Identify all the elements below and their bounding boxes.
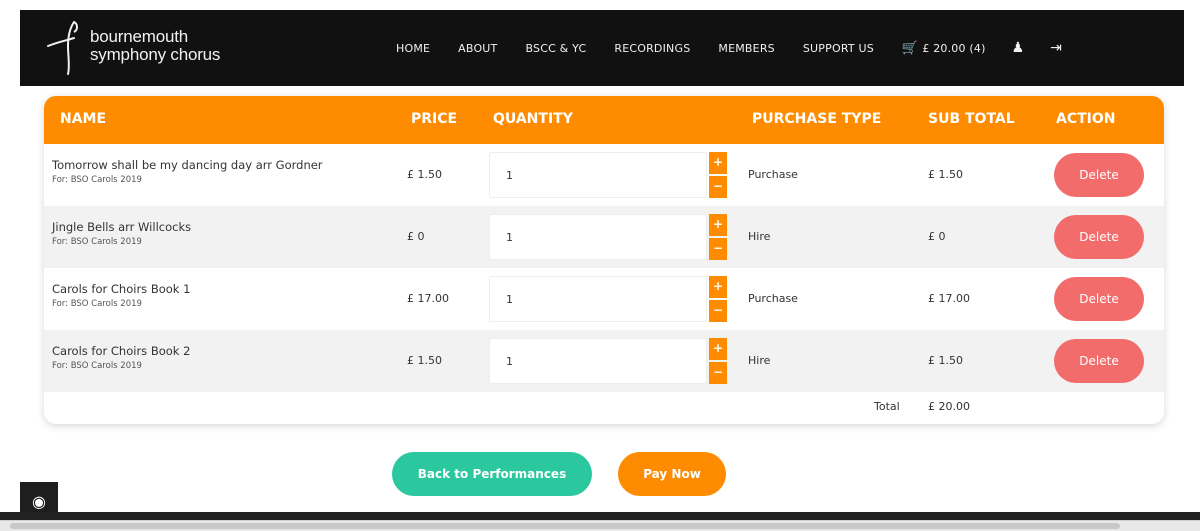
table-row: Carols for Choirs Book 1 For: BSO Carols… [44,268,1164,330]
item-price: £ 1.50 [407,168,442,181]
header-purchase-type: PURCHASE TYPE [752,111,882,127]
item-name-cell: Jingle Bells arr Willcocks For: BSO Caro… [52,220,191,247]
quantity-input[interactable]: 1 [489,276,707,322]
quantity-stepper: + − [709,214,727,260]
decrement-button[interactable]: − [709,362,727,384]
scrollbar-thumb[interactable] [10,523,1120,529]
main-nav: HOME ABOUT BSCC & YC RECORDINGS MEMBERS … [396,10,1088,86]
table-header: NAME PRICE QUANTITY PURCHASE TYPE SUB TO… [44,96,1164,144]
header-quantity: QUANTITY [493,111,573,127]
item-for: For: BSO Carols 2019 [52,361,142,371]
pay-now-button[interactable]: Pay Now [618,452,726,496]
decrement-button[interactable]: − [709,238,727,260]
purchase-type: Hire [748,354,771,367]
increment-button[interactable]: + [709,214,727,236]
quantity-input[interactable]: 1 [489,152,707,198]
quantity-stepper: + − [709,338,727,384]
logo-line-1: bournemouth [90,27,188,46]
delete-button[interactable]: Delete [1054,277,1144,321]
quantity-value: 1 [506,169,513,182]
cart-icon: 🛒 [901,40,919,56]
quantity-stepper: + − [709,152,727,198]
item-subtotal: £ 1.50 [928,168,963,181]
delete-button[interactable]: Delete [1054,153,1144,197]
purchase-type: Purchase [748,168,798,181]
navbar: bournemouth symphony chorus HOME ABOUT B… [20,10,1184,86]
item-price: £ 1.50 [407,354,442,367]
header-sub-total: SUB TOTAL [928,111,1015,127]
item-subtotal: £ 1.50 [928,354,963,367]
logo[interactable]: bournemouth symphony chorus [44,18,244,78]
logout-icon[interactable]: ⇥ [1050,40,1062,56]
nav-cart[interactable]: 🛒 £ 20.00 (4) [902,41,986,56]
quantity-input[interactable]: 1 [489,338,707,384]
table-row: Carols for Choirs Book 2 For: BSO Carols… [44,330,1164,392]
item-for: For: BSO Carols 2019 [52,237,142,247]
delete-button[interactable]: Delete [1054,215,1144,259]
nav-members[interactable]: MEMBERS [718,42,774,55]
item-name-cell: Tomorrow shall be my dancing day arr Gor… [52,158,323,185]
page-top-area: bournemouth symphony chorus HOME ABOUT B… [0,0,1200,88]
item-name: Carols for Choirs Book 2 [52,344,191,358]
nav-about[interactable]: ABOUT [458,42,497,55]
logo-line-2: symphony chorus [90,45,221,64]
decrement-button[interactable]: − [709,176,727,198]
horizontal-scrollbar[interactable] [0,520,1200,531]
header-price: PRICE [411,111,458,127]
decrement-button[interactable]: − [709,300,727,322]
purchase-type: Purchase [748,292,798,305]
header-name: NAME [60,111,107,127]
item-subtotal: £ 17.00 [928,292,970,305]
cart-total: £ 20.00 (4) [922,41,986,55]
item-name-cell: Carols for Choirs Book 2 For: BSO Carols… [52,344,190,371]
nav-bscc-yc[interactable]: BSCC & YC [525,42,586,55]
increment-button[interactable]: + [709,152,727,174]
cart-table: NAME PRICE QUANTITY PURCHASE TYPE SUB TO… [44,96,1164,424]
table-row: Tomorrow shall be my dancing day arr Gor… [44,144,1164,206]
purchase-type: Hire [748,230,771,243]
user-icon[interactable]: ♟ [1012,40,1025,56]
quantity-value: 1 [506,231,513,244]
quantity-stepper: + − [709,276,727,322]
total-value: £ 20.00 [928,400,970,413]
item-price: £ 0 [407,230,425,243]
logo-text: bournemouth symphony chorus [90,28,220,64]
item-for: For: BSO Carols 2019 [52,299,142,309]
increment-button[interactable]: + [709,338,727,360]
item-name: Tomorrow shall be my dancing day arr Gor… [52,158,323,172]
total-label: Total [874,400,900,413]
total-row: Total £ 20.00 [44,392,1164,422]
item-name-cell: Carols for Choirs Book 1 For: BSO Carols… [52,282,190,309]
increment-button[interactable]: + [709,276,727,298]
table-row: Jingle Bells arr Willcocks For: BSO Caro… [44,206,1164,268]
quantity-input[interactable]: 1 [489,214,707,260]
back-to-performances-button[interactable]: Back to Performances [392,452,592,496]
item-subtotal: £ 0 [928,230,946,243]
nav-support-us[interactable]: SUPPORT US [803,42,874,55]
item-name: Jingle Bells arr Willcocks [52,220,192,234]
nav-home[interactable]: HOME [396,42,430,55]
nav-recordings[interactable]: RECORDINGS [614,42,690,55]
treble-clef-logo-icon [47,21,78,75]
item-price: £ 17.00 [407,292,449,305]
item-name: Carols for Choirs Book 1 [52,282,191,296]
item-for: For: BSO Carols 2019 [52,175,142,185]
quantity-value: 1 [506,293,513,306]
delete-button[interactable]: Delete [1054,339,1144,383]
quantity-value: 1 [506,355,513,368]
header-action: ACTION [1056,111,1116,127]
